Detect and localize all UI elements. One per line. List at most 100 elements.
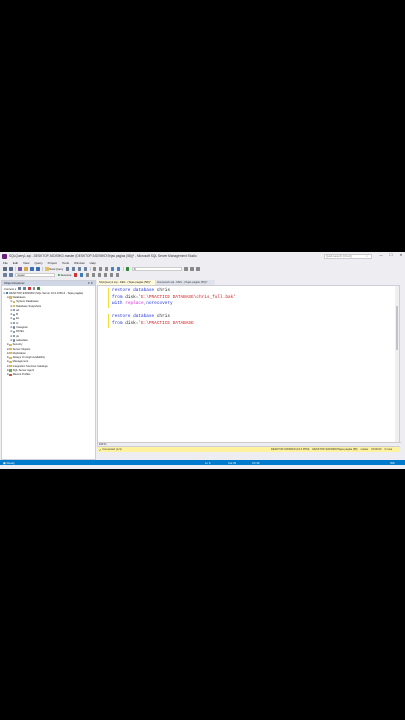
query-editor[interactable]: restore database chris from disk='E:\PRAC…	[97, 285, 401, 447]
cancel-query-icon[interactable]	[73, 273, 78, 277]
menu-window[interactable]: Window	[74, 261, 85, 265]
change-connection-icon[interactable]	[9, 273, 13, 277]
menu-query[interactable]: Query	[34, 261, 42, 265]
server-icon	[5, 292, 9, 295]
paste-icon[interactable]	[104, 267, 109, 271]
copy-icon[interactable]	[98, 267, 103, 271]
tree-node-label: B	[16, 313, 18, 317]
menu-project[interactable]: Project	[48, 261, 57, 265]
menu-file[interactable]: File	[3, 261, 8, 265]
available-databases-select[interactable]: master	[15, 272, 55, 278]
menu-edit[interactable]: Edit	[13, 261, 18, 265]
tree-node-label: PATEL	[16, 330, 25, 334]
row-count: 0 rows	[384, 448, 393, 451]
tree-node-label: Server Objects	[12, 347, 31, 351]
editor-scrollbar[interactable]	[395, 286, 399, 446]
execute-button[interactable]: Execute	[57, 273, 72, 277]
save-icon[interactable]	[30, 267, 34, 271]
back-icon[interactable]	[3, 267, 7, 271]
redo-icon[interactable]	[116, 267, 121, 271]
dmx-query-icon[interactable]	[77, 267, 82, 271]
results-to-grid-icon[interactable]	[103, 273, 108, 277]
query-designer-icon[interactable]	[91, 273, 96, 277]
quick-launch-input[interactable]: Quick Launch (Ctrl+Q)	[324, 253, 372, 259]
results-to-text-icon[interactable]	[97, 273, 102, 277]
check-icon: ✔	[99, 447, 102, 452]
tree-node-label: DESKTOP-9JDS9KD (SQL Server 16.0.1050.6 …	[9, 291, 84, 295]
code-token: 'E:\PRACTICE DATABASE\chris_full.bak'	[138, 294, 236, 300]
code-token: restore database	[112, 288, 157, 293]
filter-icon[interactable]	[32, 287, 36, 290]
disconnect-icon[interactable]	[22, 287, 26, 290]
estimated-plan-icon[interactable]	[85, 273, 90, 277]
line-number: Ln 6	[205, 460, 211, 465]
folder-icon	[9, 356, 12, 359]
tree-node-label: Security	[12, 343, 23, 347]
execute-label: Execute	[61, 273, 72, 277]
comment-icon[interactable]	[109, 273, 114, 277]
toolbar-divider	[122, 267, 124, 271]
folder-icon	[9, 296, 12, 299]
scrollbar-thumb[interactable]	[395, 306, 399, 350]
ssms-window: SQLQuery1.sql - DESKTOP-9JDS9KD.master (…	[0, 252, 405, 469]
menu-tools[interactable]: Tools	[62, 261, 69, 265]
folder-icon	[9, 365, 12, 368]
connection-label: Connected. (1/1)	[102, 448, 122, 451]
status-icon: ▣	[3, 460, 6, 465]
db-icon	[12, 309, 16, 312]
folder-icon	[9, 343, 12, 346]
tree-node-label: pk	[16, 334, 19, 338]
tree-node-label: Instagram	[16, 326, 29, 330]
code-area[interactable]: restore database chris from disk='E:\PRAC…	[112, 288, 236, 327]
uncomment-icon[interactable]	[115, 273, 120, 277]
code-token: from	[112, 320, 126, 326]
insert-mode: INS	[390, 460, 395, 465]
solution-explorer-icon[interactable]	[184, 267, 188, 271]
connect-db-icon[interactable]	[18, 287, 21, 290]
menu-help[interactable]: Help	[90, 261, 96, 265]
maximize-button[interactable]: ☐	[388, 253, 394, 257]
toolbox-icon[interactable]	[196, 267, 200, 271]
stop-icon[interactable]	[27, 287, 31, 290]
toolbar-divider	[89, 267, 91, 271]
code-token: replace	[125, 301, 144, 306]
new-project-icon[interactable]	[18, 267, 22, 271]
folder-icon	[9, 360, 12, 363]
db-icon	[12, 330, 16, 333]
code-token: restore database	[112, 314, 157, 319]
minimize-button[interactable]: —	[378, 253, 384, 257]
start-debug-icon[interactable]	[125, 267, 130, 271]
connect-icon[interactable]	[3, 273, 7, 277]
menu-view[interactable]: View	[23, 261, 29, 265]
properties-icon[interactable]	[190, 267, 194, 271]
refresh-icon[interactable]	[37, 287, 41, 290]
open-file-icon[interactable]	[24, 267, 28, 271]
tree-node-label: Ec	[16, 317, 20, 321]
forward-icon[interactable]	[9, 267, 13, 271]
cut-icon[interactable]	[92, 267, 97, 271]
connection-status: ✔ Connected. (1/1)	[97, 448, 122, 452]
search-combo[interactable]: hr	[131, 266, 182, 272]
db-icon	[12, 322, 16, 325]
tree-node-label: ad	[16, 308, 20, 312]
panel-pin-close[interactable]: ▾ ✕	[88, 281, 93, 286]
database-query-icon[interactable]	[65, 267, 70, 271]
search-icon[interactable]: ⌕	[366, 254, 368, 258]
mdx-query-icon[interactable]	[71, 267, 76, 271]
expand-icon[interactable]: ⊞	[10, 305, 13, 308]
object-explorer-title: Object Explorer	[4, 281, 25, 285]
undo-icon[interactable]	[110, 267, 115, 271]
connect-button[interactable]: Connect ▾	[4, 287, 16, 291]
close-button[interactable]: ✕	[398, 253, 404, 257]
code-line[interactable]: from disk='E:\PRACTICE DATABASE	[112, 321, 236, 328]
xmla-query-icon[interactable]	[83, 267, 88, 271]
db-icon	[12, 326, 16, 329]
zoom-level[interactable]: 100 %	[98, 442, 401, 446]
save-all-icon[interactable]	[36, 267, 40, 271]
new-query-button[interactable]: New Query	[45, 267, 63, 271]
tree-node[interactable]: ⊞ XEvent Profiler	[3, 373, 95, 377]
db-icon	[12, 335, 16, 338]
parse-icon[interactable]	[79, 273, 84, 277]
folder-icon	[9, 347, 12, 351]
object-explorer-panel: Object Explorer ▾ ✕ Connect ▾ ⊟ DESKTOP-9…	[1, 280, 96, 460]
